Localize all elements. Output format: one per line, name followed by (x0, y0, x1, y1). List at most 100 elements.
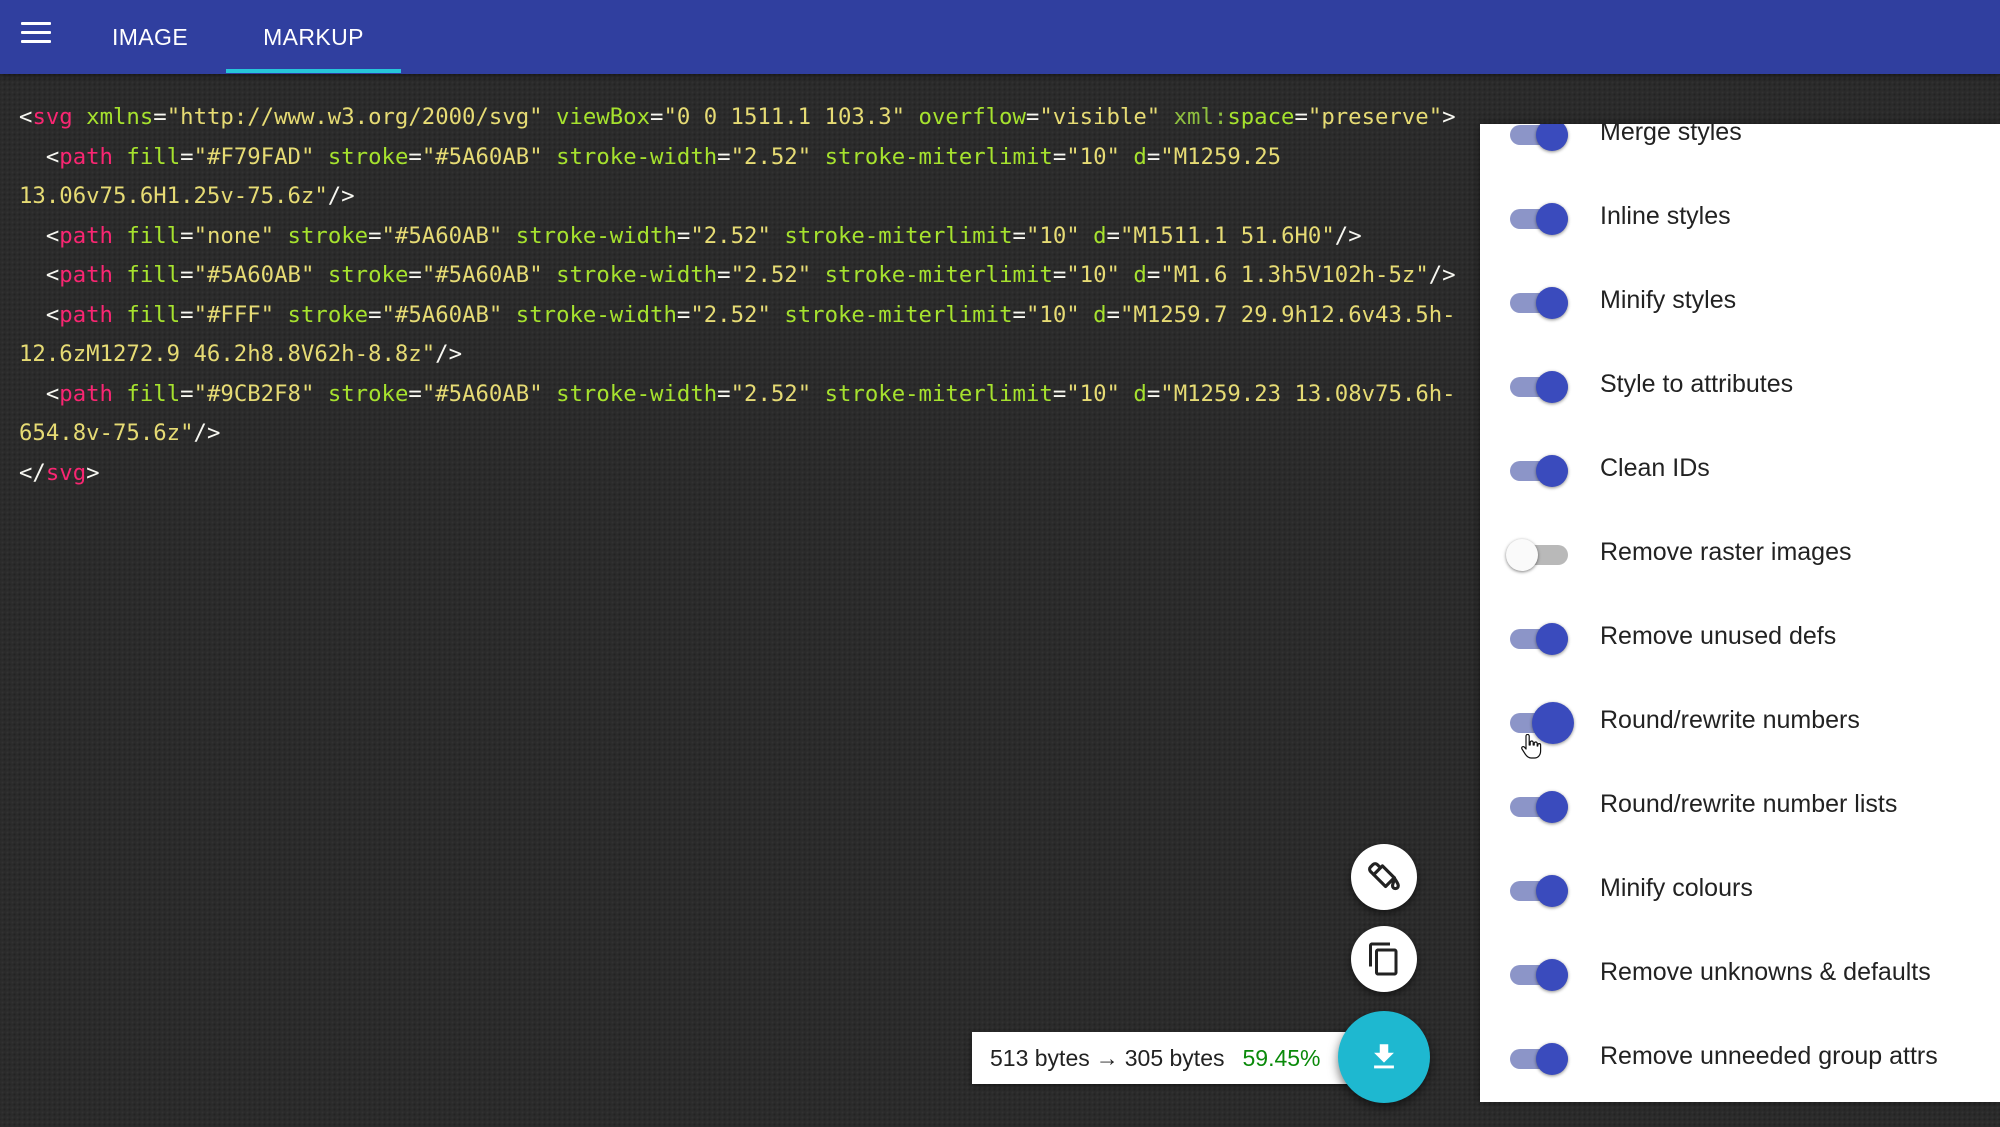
code-token-attr: overflow (918, 104, 1026, 130)
code-token-str: "10" (1066, 380, 1120, 407)
code-token-pun: = (408, 380, 422, 407)
code-token-attr: stroke-width (556, 143, 718, 170)
code-token-pun: = (676, 222, 691, 249)
option-label: Round/rewrite numbers (1600, 705, 1860, 734)
code-token-pun: = (180, 222, 194, 249)
code-token-pun: = (1025, 104, 1040, 130)
option-row[interactable]: Remove unneeded group attrs (1480, 1014, 2000, 1098)
code-token-pun (771, 223, 784, 249)
toggle-switch[interactable] (1536, 454, 1568, 487)
option-row[interactable]: Round/rewrite number lists (1480, 762, 2000, 846)
active-tab-indicator (226, 69, 401, 73)
toggle-switch[interactable] (1536, 286, 1568, 319)
code-token-pun (113, 144, 126, 170)
code-token-pun (1120, 144, 1133, 170)
download-button[interactable] (1338, 1011, 1430, 1103)
code-token-pun (113, 302, 126, 328)
code-token-pun: = (1012, 222, 1026, 249)
code-token-str: "#FFF" (193, 301, 275, 328)
code-token-pun (543, 381, 556, 407)
code-token-str: "10" (1066, 143, 1120, 170)
toggle-switch[interactable] (1536, 622, 1568, 655)
toggle-switch[interactable] (1536, 1042, 1568, 1075)
copy-button[interactable] (1351, 926, 1417, 992)
option-row[interactable]: Remove raster images (1480, 510, 2000, 594)
tab-markup[interactable]: MARKUP (226, 0, 401, 74)
option-row[interactable]: Round/rewrite numbers (1480, 678, 2000, 762)
option-row[interactable]: Inline styles (1480, 174, 2000, 258)
option-row[interactable]: Clean IDs (1480, 426, 2000, 510)
toggle-switch[interactable] (1536, 790, 1568, 823)
code-token-pun (543, 144, 556, 170)
code-token-pun: < (19, 301, 60, 328)
code-token-str: "#5A60AB" (421, 380, 543, 407)
code-token-pun (811, 381, 824, 407)
code-token-attr: d (1133, 380, 1147, 407)
code-token-pun: = (180, 143, 194, 170)
code-token-pun: /> (1334, 222, 1362, 249)
code-token-pun: = (153, 104, 167, 130)
toggle-switch[interactable] (1536, 958, 1568, 991)
code-token-pun: /> (327, 183, 355, 209)
code-token-attr: stroke-width (556, 380, 718, 407)
toggle-switch[interactable] (1536, 874, 1568, 907)
code-token-attr: fill (126, 380, 181, 407)
option-row[interactable]: Minify styles (1480, 258, 2000, 342)
code-token-attr: stroke (287, 222, 369, 249)
code-token-pun: = (1294, 104, 1308, 130)
tab-image[interactable]: IMAGE (90, 0, 210, 74)
code-token-pun (113, 381, 126, 407)
code-token-pun (543, 262, 556, 288)
option-row[interactable]: Style to attributes (1480, 342, 2000, 426)
code-token-str: "http://www.w3.org/2000/svg" (166, 104, 543, 130)
toggle-switch[interactable] (1536, 124, 1568, 151)
code-token-tag: path (59, 222, 113, 249)
svg-markup-output[interactable]: <svg xmlns="http://www.w3.org/2000/svg" … (19, 98, 1456, 493)
option-label: Remove unneeded group attrs (1600, 1041, 1938, 1070)
option-row[interactable]: Minify colours (1480, 846, 2000, 930)
code-token-attr: fill (126, 143, 181, 170)
toggle-switch[interactable] (1536, 202, 1568, 235)
hamburger-menu-icon[interactable] (12, 8, 60, 56)
code-line: <path fill="#5A60AB" stroke="#5A60AB" st… (19, 256, 1456, 296)
toggle-switch[interactable] (1536, 370, 1568, 403)
code-token-attr: stroke-width (515, 222, 677, 249)
code-token-pun (1160, 104, 1173, 130)
menu-line (21, 39, 51, 43)
code-line: <svg xmlns="http://www.w3.org/2000/svg" … (19, 98, 1456, 138)
code-token-pun: = (1052, 262, 1067, 288)
code-token-str: "#F79FAD" (193, 143, 315, 170)
bake-button[interactable] (1351, 844, 1417, 910)
code-token-str: "#5A60AB" (421, 143, 543, 170)
code-token-pun (905, 104, 918, 130)
code-token-attr: d (1133, 143, 1147, 170)
code-token-str: "#5A60AB" (193, 262, 315, 288)
option-row[interactable]: Remove unused defs (1480, 594, 2000, 678)
code-token-pun (1120, 262, 1133, 288)
code-token-pun: = (717, 262, 731, 288)
code-token-attr: viewBox (556, 104, 650, 130)
code-token-attr: d (1093, 301, 1107, 328)
option-label: Remove raster images (1600, 537, 1852, 566)
code-token-tag: path (59, 301, 113, 328)
code-token-pun: </ (19, 459, 46, 486)
toggle-switch[interactable] (1506, 538, 1538, 571)
code-token-tag: path (59, 262, 113, 288)
code-token-attr: stroke-width (556, 262, 718, 288)
code-token-str: "preserve" (1307, 104, 1443, 130)
code-token-pun: = (676, 301, 691, 328)
code-token-str: "2.52" (730, 143, 812, 170)
code-token-str: "10" (1025, 301, 1080, 328)
code-token-pun: > (86, 459, 100, 486)
code-token-str: "2.52" (730, 262, 812, 288)
saving-percent: 59.45% (1242, 1044, 1321, 1071)
option-row[interactable]: Merge styles (1480, 124, 2000, 174)
code-token-pun: = (1106, 222, 1120, 249)
code-token-attr: fill (126, 222, 181, 249)
code-token-str: "10" (1066, 262, 1120, 288)
code-token-pun (811, 262, 824, 288)
option-row[interactable]: Remove unknowns & defaults (1480, 930, 2000, 1014)
code-token-pun: = (1146, 380, 1161, 407)
code-line: <path fill="#F79FAD" stroke="#5A60AB" st… (19, 138, 1449, 178)
code-token-pun: = (1146, 143, 1161, 170)
